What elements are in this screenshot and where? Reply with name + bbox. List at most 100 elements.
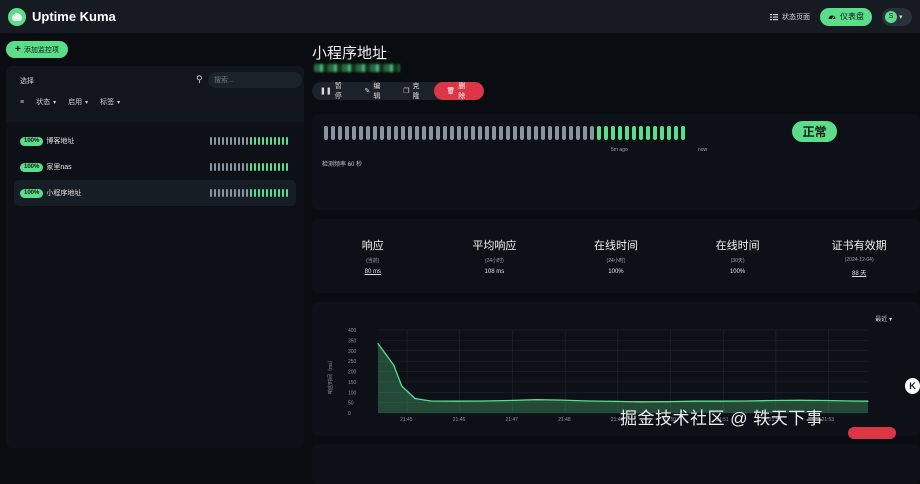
heartbeat-tick (246, 189, 248, 197)
pause-icon: ❚❚ (320, 88, 332, 95)
clone-icon: ❐ (403, 88, 410, 95)
heartbeat-tick (513, 126, 517, 140)
heartbeat-tick (218, 163, 220, 171)
watermark-text: 掘金技术社区 @ 轶天下事 (620, 409, 824, 428)
y-tick-label: 200 (348, 370, 357, 376)
heartbeat-tick (527, 126, 531, 140)
filter-menu-icon[interactable]: ≡ (20, 99, 24, 106)
monitor-url-blurred (314, 64, 400, 72)
heartbeat-tick (238, 137, 240, 145)
stat-title: 在线时间 (715, 240, 760, 252)
pause-button[interactable]: ❚❚ 暂停 (312, 82, 357, 100)
add-monitor-button[interactable]: + 添加监控项 (6, 41, 68, 58)
dashboard-button[interactable]: 仪表盘 (820, 7, 872, 26)
edit-button[interactable]: ✎ 编辑 (357, 82, 396, 100)
heartbeat-tick (250, 163, 252, 171)
monitor-list-item[interactable]: 100% 小程序地址 (14, 180, 296, 206)
pause-label: 暂停 (334, 83, 342, 100)
status-badge: 正常 (792, 121, 837, 142)
heartbeat-tick (569, 126, 573, 140)
edit-icon: ✎ (364, 88, 371, 95)
y-tick-label: 250 (348, 359, 357, 365)
stat-subtitle: (24小时) (484, 258, 504, 264)
data-point (482, 400, 484, 402)
tachometer-icon (828, 15, 836, 19)
heartbeat-tick (562, 126, 566, 140)
heartbeat-tick (238, 163, 240, 171)
heartbeat-tick (270, 189, 272, 197)
help-badge[interactable]: K (905, 378, 920, 394)
heartbeat-tick (359, 126, 363, 140)
heartbeat-tick (222, 137, 224, 145)
brand[interactable]: Uptime Kuma (8, 7, 116, 26)
heartbeat-tick (324, 126, 328, 140)
heartbeat-tick (230, 163, 232, 171)
search-input[interactable] (208, 72, 302, 88)
stat-value: 108 ms (484, 269, 505, 275)
data-point (719, 400, 722, 402)
edit-label: 编辑 (373, 83, 381, 100)
y-tick-label: 350 (348, 338, 357, 344)
clear-data-button[interactable] (848, 427, 896, 439)
stat-card: 在线时间 (30天) 100% (677, 219, 799, 293)
heartbeat-tick (230, 189, 232, 197)
heartbeat-tick (246, 137, 248, 145)
delete-button[interactable]: 🗑 删除 (434, 82, 484, 100)
sidebar-header: 选择 ⚲ ≡ 状态▾ 启用▾ 标签▾ (6, 66, 304, 122)
uptime-badge: 100% (20, 162, 44, 172)
filter-status-label: 状态 (36, 99, 51, 106)
response-time-chart: 0 50 100 150 200 250 300 350 400 21:45 21:46 21:47 2… (327, 328, 869, 423)
heartbeat-tick (443, 126, 447, 140)
monitor-name: 家里nas (46, 164, 72, 171)
heartbeat-tick (534, 126, 538, 140)
stat-value[interactable]: 80 ms (312, 269, 434, 275)
heartbeat-tick (380, 126, 384, 140)
stat-subtitle: (当前) (366, 258, 380, 264)
filter-active[interactable]: 启用 ▾ (68, 97, 88, 107)
heartbeat-tick (278, 137, 280, 145)
heartbeat-tick (214, 137, 216, 145)
plus-icon: + (15, 44, 21, 55)
data-point (667, 400, 669, 403)
monitor-list-item[interactable]: 100% 家里nas (14, 154, 296, 180)
stat-title: 响应 (361, 240, 384, 252)
heartbeat-tick (422, 126, 426, 140)
stat-title: 证书有效期 (831, 240, 887, 252)
stat-title: 在线时间 (593, 240, 638, 252)
profile-menu[interactable]: S ▾ (882, 7, 912, 26)
select-checkbox-label[interactable]: 选择 (20, 76, 34, 86)
heartbeat-tick (258, 137, 260, 145)
heartbeat-tick (262, 163, 264, 171)
stat-subtitle: (30天) (730, 258, 745, 264)
heartbeat-tick (590, 126, 594, 140)
y-tick-label: 300 (348, 349, 357, 355)
heartbeat-tick (387, 126, 391, 140)
heartbeat-tick (604, 126, 608, 140)
stat-value[interactable]: 88 天 (798, 268, 920, 277)
heartbeat-tick (222, 189, 224, 197)
stat-subtitle: (24小时) (606, 258, 626, 264)
heartbeat-tick (583, 126, 587, 140)
chevron-down-icon: ▾ (117, 99, 121, 106)
monitor-sidebar: 选择 ⚲ ≡ 状态▾ 启用▾ 标签▾ 100%博客地址100%家里nas100%… (6, 66, 304, 448)
filter-status[interactable]: 状态 ▾ (36, 97, 56, 107)
response-line (377, 343, 869, 403)
heartbeat-tick (246, 163, 248, 171)
data-point (377, 342, 379, 345)
mini-heartbeat-bar (210, 137, 288, 145)
monitor-name: 博客地址 (46, 138, 75, 145)
heartbeat-tick (499, 126, 503, 140)
heartbeat-tick (632, 126, 636, 140)
uptime-badge: 100% (20, 188, 44, 198)
heartbeat-tick (254, 137, 256, 145)
status-page-link[interactable]: 状态页面 (770, 12, 810, 22)
clone-button[interactable]: ❐ 克隆 (395, 82, 434, 100)
monitor-list-item[interactable]: 100% 博客地址 (14, 128, 296, 154)
filter-tags[interactable]: 标签 ▾ (100, 97, 120, 107)
heartbeat-tick (222, 163, 224, 171)
heartbeat-tick (286, 137, 288, 145)
heartbeat-tick (266, 163, 268, 171)
heartbeat-tick (258, 163, 260, 171)
stat-value: 100% (729, 269, 746, 275)
heartbeat-tick (415, 126, 419, 140)
